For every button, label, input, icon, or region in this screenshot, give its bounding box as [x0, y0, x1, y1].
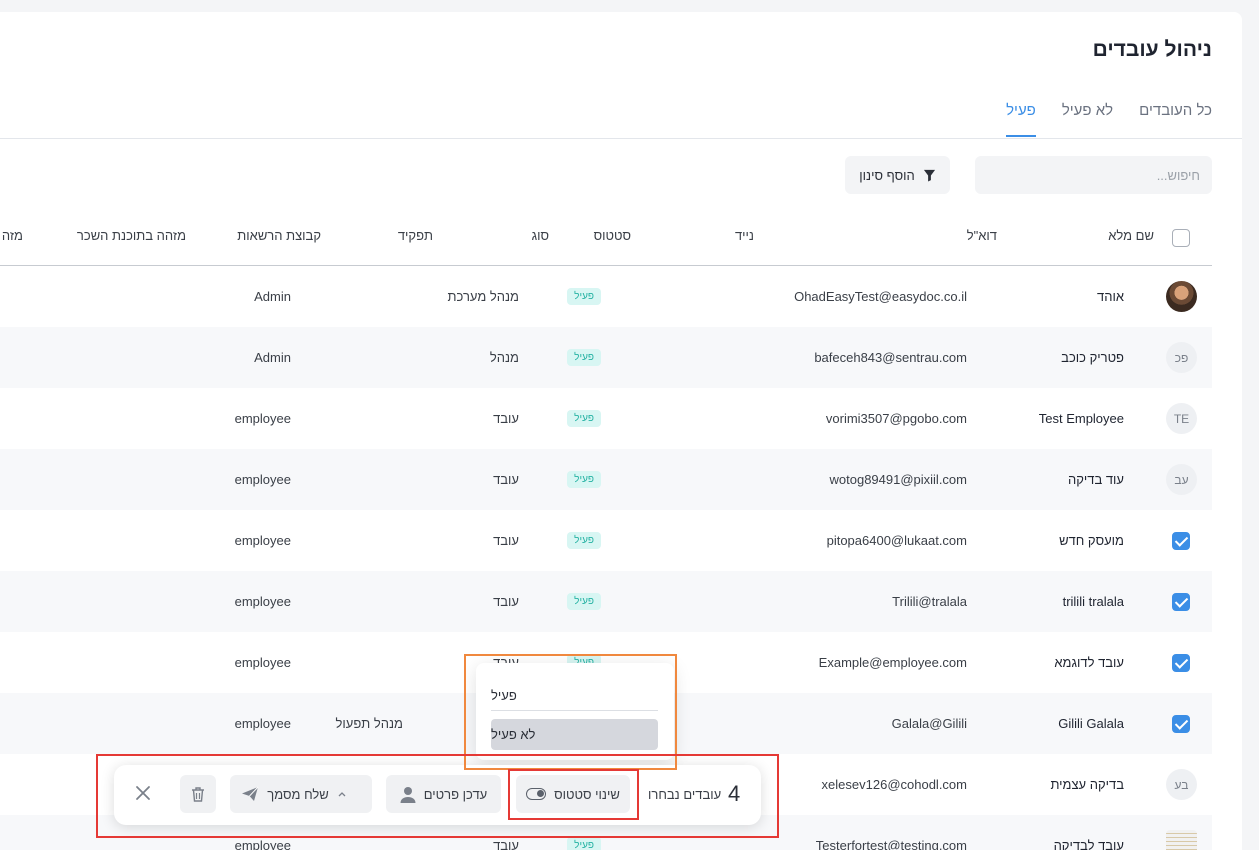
table-row[interactable]: TE Test Employee vorimi3507@pgobo.com פעיל ע…	[0, 388, 1212, 449]
status-cell: פעיל	[567, 449, 601, 510]
employee-name: עובד לדוגמא	[1054, 655, 1124, 670]
employee-name: Test Employee	[1038, 411, 1124, 426]
header-role: תפקיד	[397, 228, 433, 243]
row-checkbox[interactable]	[1172, 654, 1190, 672]
tabs-divider	[0, 138, 1242, 139]
employee-permissions: employee	[234, 655, 291, 670]
employee-email: Galala@Gilili	[891, 716, 967, 731]
tabs: פעיל לא פעיל כל העובדים	[1006, 102, 1212, 137]
table-row[interactable]: מועסק חדש pitopa6400@lukaat.com פעיל עובד em…	[0, 510, 1212, 571]
row-checkbox[interactable]	[1172, 715, 1190, 733]
highlight-box-status-dropdown	[464, 654, 677, 770]
avatar: פכ	[1166, 342, 1197, 373]
status-badge: פעיל	[567, 471, 601, 488]
header-cut-column: מזה	[1, 228, 23, 243]
header-type: סוג	[531, 228, 549, 243]
avatar	[1166, 281, 1197, 312]
employee-email: wotog89491@pixiil.com	[829, 472, 968, 487]
status-badge: פעיל	[567, 837, 601, 850]
status-badge: פעיל	[567, 593, 601, 610]
avatar	[1166, 830, 1197, 850]
employee-name: מועסק חדש	[1059, 533, 1124, 548]
employee-email: Trilili@tralala	[892, 594, 967, 609]
employee-permissions: Admin	[254, 289, 291, 304]
row-checkbox[interactable]	[1172, 593, 1190, 611]
highlight-box-action-bar	[96, 754, 779, 838]
tab-all-employees[interactable]: כל העובדים	[1139, 102, 1212, 137]
header-payroll-id: מזהה בתוכנת השכר	[76, 228, 186, 243]
employee-name: פטריק כוכב	[1061, 350, 1124, 365]
employee-type: עובד	[493, 594, 519, 609]
status-cell: פעיל	[567, 266, 601, 327]
header-permissions: קבוצת הרשאות	[237, 228, 321, 243]
employee-type: עובד	[493, 472, 519, 487]
table-row[interactable]: אוהד OhadEasyTest@easydoc.co.il פעיל מנהל מ…	[0, 266, 1212, 327]
table-row[interactable]: עב עוד בדיקה wotog89491@pixiil.com פעיל עובד…	[0, 449, 1212, 510]
header-email: דוא"ל	[966, 228, 997, 243]
employee-email: OhadEasyTest@easydoc.co.il	[794, 289, 967, 304]
employee-email: Testerfortest@testing.com	[815, 838, 967, 850]
employee-permissions: employee	[234, 472, 291, 487]
employee-type: עובד	[493, 533, 519, 548]
header-name: שם מלא	[1108, 228, 1154, 243]
highlight-box-change-status	[508, 769, 639, 820]
status-badge: פעיל	[567, 288, 601, 305]
employee-name: trilili tralala	[1062, 594, 1124, 609]
employee-email: xelesev126@cohodl.com	[821, 777, 967, 792]
employee-email: Example@employee.com	[818, 655, 967, 670]
employee-name: עובד לבדיקה	[1053, 838, 1124, 850]
status-cell: פעיל	[567, 510, 601, 571]
employee-email: vorimi3507@pgobo.com	[825, 411, 967, 426]
avatar: בע	[1166, 769, 1197, 800]
table-row[interactable]: פכ פטריק כוכב bafeceh843@sentrau.com פעיל מנ…	[0, 327, 1212, 388]
employee-name: בדיקה עצמית	[1050, 777, 1124, 792]
avatar: TE	[1166, 403, 1197, 434]
employee-permissions: employee	[234, 533, 291, 548]
status-cell: פעיל	[567, 571, 601, 632]
employee-type: מנהל מערכת	[447, 289, 519, 304]
status-badge: פעיל	[567, 532, 601, 549]
row-checkbox[interactable]	[1172, 532, 1190, 550]
employee-permissions: employee	[234, 594, 291, 609]
tab-active[interactable]: פעיל	[1006, 102, 1036, 137]
status-badge: פעיל	[567, 349, 601, 366]
employee-permissions: Admin	[254, 350, 291, 365]
header-mobile: נייד	[734, 228, 754, 243]
tab-inactive[interactable]: לא פעיל	[1062, 102, 1113, 137]
employee-type: מנהל	[489, 350, 519, 365]
employee-name: Gilili Galala	[1058, 716, 1124, 731]
employee-permissions: employee	[234, 411, 291, 426]
add-filter-button[interactable]: הוסף סינון	[845, 156, 950, 194]
filter-icon	[923, 169, 935, 182]
status-cell: פעיל	[567, 327, 601, 388]
header-status: סטטוס	[593, 228, 631, 243]
table-row[interactable]: trilili tralala Trilili@tralala פעיל עובד em…	[0, 571, 1212, 632]
page-title: ניהול עובדים	[1092, 38, 1212, 61]
employee-email: bafeceh843@sentrau.com	[814, 350, 967, 365]
status-badge: פעיל	[567, 410, 601, 427]
select-all-checkbox[interactable]	[1172, 229, 1190, 247]
employee-email: pitopa6400@lukaat.com	[826, 533, 967, 548]
employee-name: עוד בדיקה	[1067, 472, 1124, 487]
status-cell: פעיל	[567, 388, 601, 449]
avatar: עב	[1166, 464, 1197, 495]
employee-name: אוהד	[1097, 289, 1124, 304]
employee-permissions: employee	[234, 716, 291, 731]
add-filter-label: הוסף סינון	[859, 167, 915, 183]
employee-role: מנהל תפעול	[335, 716, 403, 731]
search-input[interactable]	[975, 156, 1212, 194]
employee-type: עובד	[493, 411, 519, 426]
